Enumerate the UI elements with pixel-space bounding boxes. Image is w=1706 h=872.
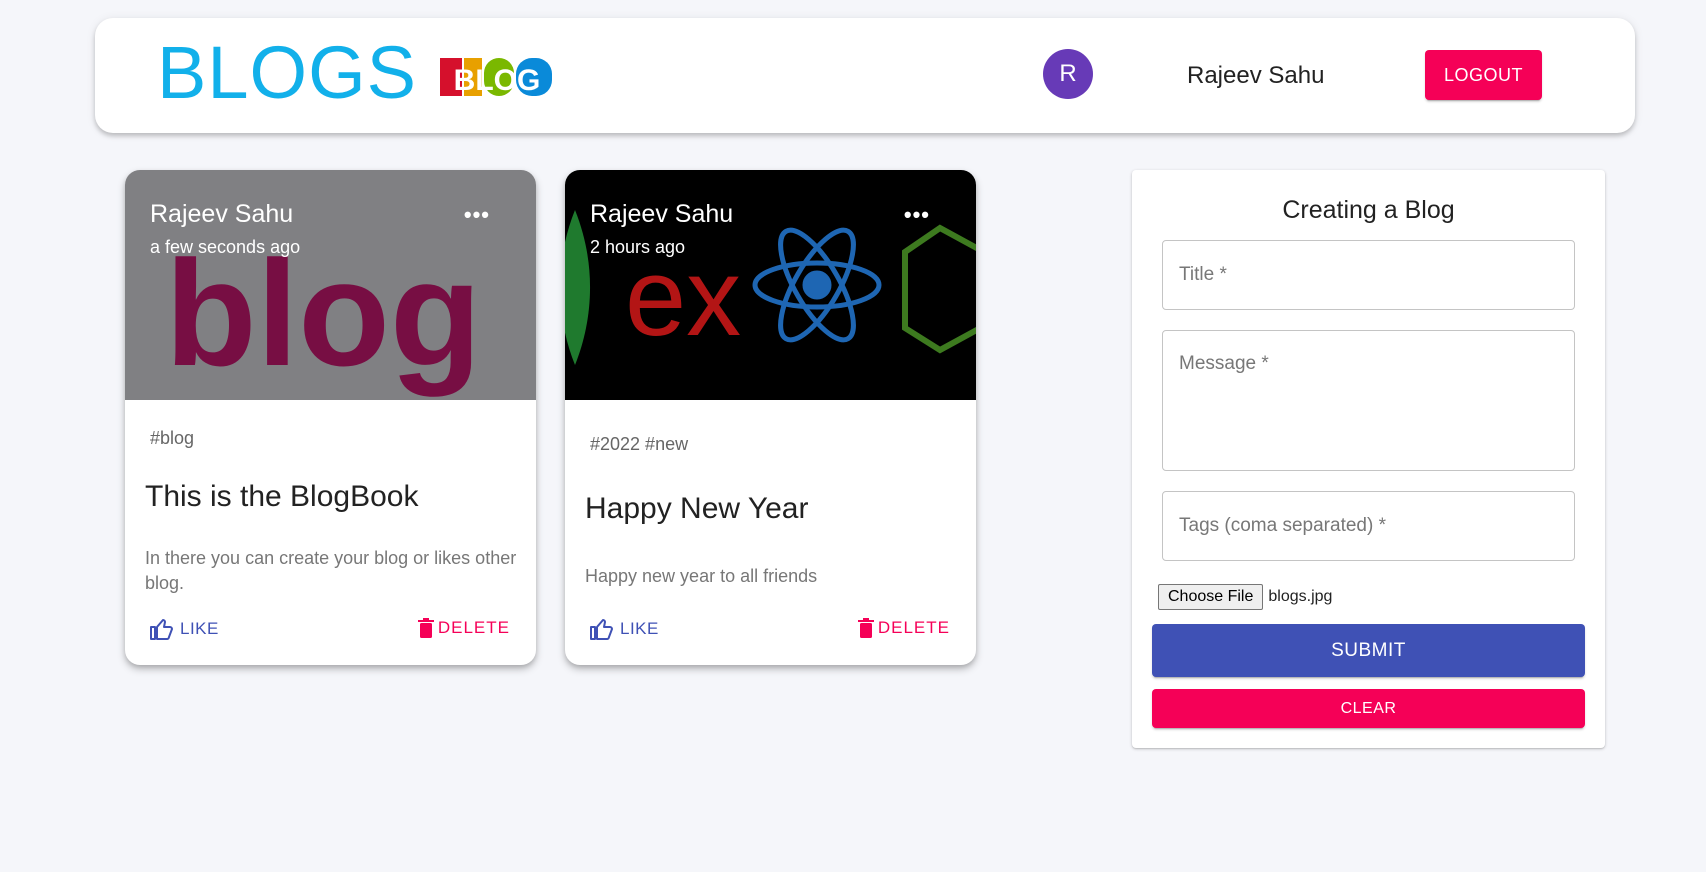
tags-input[interactable]: [1163, 492, 1574, 560]
file-name: blogs.jpg: [1268, 588, 1333, 605]
title-field: [1162, 240, 1575, 310]
submit-button[interactable]: SUBMIT: [1152, 624, 1585, 677]
clear-button[interactable]: CLEAR: [1152, 689, 1585, 728]
post-author: Rajeev Sahu: [590, 200, 734, 228]
post-card: blog Rajeev Sahu a few seconds ago ••• #…: [125, 170, 536, 665]
more-horizontal-icon[interactable]: •••: [904, 202, 930, 228]
post-image: blog Rajeev Sahu a few seconds ago •••: [125, 170, 536, 400]
message-field: [1162, 330, 1575, 471]
file-input: Choose File blogs.jpg: [1158, 584, 1332, 610]
post-tags: #blog: [150, 428, 195, 448]
delete-button[interactable]: DELETE: [857, 618, 950, 638]
like-button[interactable]: LIKE: [590, 618, 659, 640]
like-button[interactable]: LIKE: [150, 618, 219, 640]
blog-logo-image: BLOG: [440, 58, 552, 97]
message-input[interactable]: [1163, 331, 1574, 470]
post-image: ex Rajeev Sahu 2 hours ago •••: [565, 170, 976, 400]
post-time: a few seconds ago: [150, 237, 301, 257]
delete-button[interactable]: DELETE: [417, 618, 510, 638]
post-card: ex Rajeev Sahu 2 hours ago ••• #2022 #ne…: [565, 170, 976, 665]
logout-button[interactable]: LOGOUT: [1425, 50, 1542, 100]
post-title: Happy New Year: [585, 492, 809, 525]
blog-logo-text: BLOG: [454, 64, 541, 97]
delete-label: DELETE: [437, 618, 510, 637]
post-time: 2 hours ago: [590, 237, 686, 257]
choose-file-button[interactable]: Choose File: [1158, 584, 1264, 610]
post-title: This is the BlogBook: [145, 480, 419, 513]
post-actions: LIKE DELETE: [565, 618, 976, 648]
trash-icon: [857, 618, 874, 638]
avatar: R: [1043, 49, 1093, 99]
thumb-up-icon: [150, 619, 173, 640]
user-name: Rajeev Sahu: [1187, 62, 1325, 89]
post-actions: LIKE DELETE: [125, 618, 536, 648]
post-message: In there you can create your blog or lik…: [145, 548, 517, 593]
post-author: Rajeev Sahu: [150, 200, 294, 228]
delete-label: DELETE: [877, 618, 950, 637]
thumb-up-icon: [590, 619, 613, 640]
trash-icon: [417, 618, 434, 638]
title-input[interactable]: [1163, 241, 1574, 309]
app-bar: BLOGS BLOG R Rajeev Sahu LOGOUT: [95, 18, 1635, 133]
tags-field: [1162, 491, 1575, 561]
like-label: LIKE: [620, 619, 659, 638]
post-message: Happy new year to all friends: [585, 566, 818, 586]
form-heading: Creating a Blog: [1282, 196, 1455, 224]
like-label: LIKE: [180, 619, 219, 638]
post-tags: #2022 #new: [590, 434, 689, 454]
create-blog-form: Creating a Blog Choose File blogs.jpg SU…: [1132, 170, 1605, 748]
more-horizontal-icon[interactable]: •••: [464, 202, 490, 228]
brand-title[interactable]: BLOGS: [157, 36, 417, 110]
